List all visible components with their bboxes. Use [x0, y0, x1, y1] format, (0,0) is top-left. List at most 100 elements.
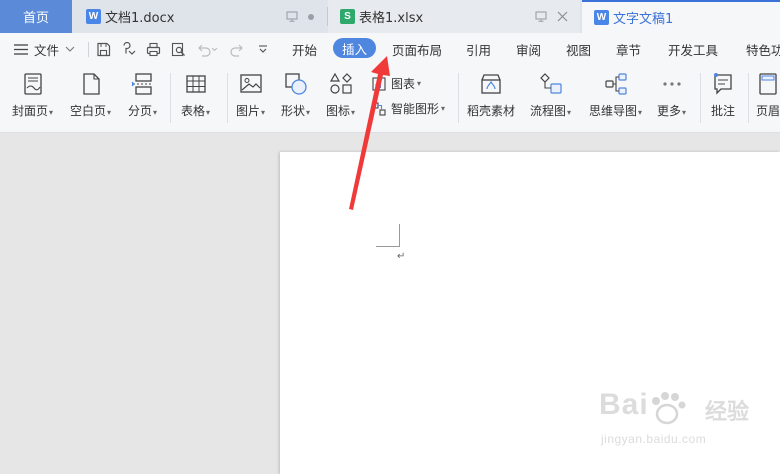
file-menu[interactable]: 文件: [14, 33, 75, 65]
flowchart-label: 流程图: [530, 104, 567, 118]
blank-page-icon: [82, 73, 100, 95]
export-button[interactable]: [121, 33, 136, 65]
chart-icon: [372, 76, 386, 91]
header-button[interactable]: 页眉: [756, 72, 780, 119]
picture-label: 图片: [236, 104, 261, 118]
menu-tab-insert[interactable]: 插入: [333, 38, 376, 58]
monitor-icon[interactable]: [535, 11, 547, 22]
menu-tab-review[interactable]: 审阅: [516, 33, 541, 65]
tab-home[interactable]: 首页: [0, 0, 72, 33]
mindmap-button[interactable]: 思维导图▾: [589, 72, 642, 119]
menu-tab-review-label: 审阅: [516, 42, 542, 58]
tab-document-active[interactable]: W 文字文稿1: [582, 0, 780, 33]
close-icon[interactable]: [557, 11, 568, 22]
undo-button[interactable]: [196, 33, 218, 65]
material-store-icon: [481, 74, 501, 94]
dropdown-icon: [259, 45, 267, 53]
smart-shape-icon: [372, 101, 386, 116]
header-icon: [759, 73, 777, 95]
tab-spreadsheet-1[interactable]: S 表格1.xlsx: [328, 0, 580, 33]
more-icon: [662, 82, 681, 86]
printer-icon: [146, 42, 161, 56]
icons-library-icon: [329, 72, 352, 94]
comment-button[interactable]: 批注: [711, 72, 735, 119]
monitor-icon[interactable]: [286, 11, 298, 22]
share-icon: [123, 41, 136, 55]
page-break-label: 分页: [128, 104, 153, 118]
menu-tab-insert-label: 插入: [341, 41, 367, 57]
menu-tab-start-label: 开始: [292, 42, 318, 58]
chart-button[interactable]: 图表 ▾: [372, 75, 421, 92]
chart-label: 图表: [391, 77, 416, 91]
material-button[interactable]: 稻壳素材: [467, 72, 515, 119]
menu-tab-page-layout[interactable]: 页面布局: [392, 33, 442, 65]
tab-bar: 首页 W 文档1.docx S 表格1.xlsx W 文字文稿1: [0, 0, 780, 33]
menu-tab-references-label: 引用: [466, 42, 492, 58]
menu-tab-view[interactable]: 视图: [566, 33, 591, 65]
flowchart-button[interactable]: 流程图▾: [530, 72, 571, 119]
paragraph-mark-icon: ↵: [397, 251, 406, 262]
watermark-brand: Bai: [599, 388, 649, 421]
baidu-watermark: Bai 经验 jingyan.baidu.com: [585, 388, 775, 468]
menu-tab-references[interactable]: 引用: [466, 33, 491, 65]
chevron-down-icon: [65, 46, 75, 52]
insert-ribbon: 封面页▾ 空白页▾ 分页▾ 表格▾ 图片▾ 形状▾ 图标▾ 图表 ▾ 智能图形 ▾ …: [0, 65, 780, 133]
save-icon: [97, 42, 111, 56]
margin-corner-mark: [376, 246, 400, 247]
menu-tab-view-label: 视图: [566, 42, 592, 58]
menu-divider: [88, 42, 89, 57]
watermark-suffix: 经验: [705, 400, 750, 425]
smart-shape-label: 智能图形: [391, 102, 440, 116]
quick-access-more-button[interactable]: [258, 33, 268, 65]
menu-tab-features-label: 特色功: [746, 42, 780, 58]
redo-button[interactable]: [230, 33, 245, 65]
shape-button[interactable]: 形状▾: [281, 72, 310, 119]
cover-page-label: 封面页: [12, 104, 49, 118]
icons-label: 图标: [326, 104, 351, 118]
smart-shape-button[interactable]: 智能图形 ▾: [372, 100, 445, 117]
print-button[interactable]: [146, 33, 161, 65]
cover-page-icon: [23, 73, 42, 95]
menu-tab-start[interactable]: 开始: [292, 33, 317, 65]
page-break-button[interactable]: 分页▾: [128, 72, 157, 119]
table-label: 表格: [181, 104, 206, 118]
ribbon-divider: [458, 73, 459, 123]
table-button[interactable]: 表格▾: [181, 72, 210, 119]
tab-document-1[interactable]: W 文档1.docx: [74, 0, 326, 33]
comment-icon: [714, 73, 732, 95]
menu-tab-chapter-label: 章节: [616, 42, 642, 58]
header-label: 页眉: [756, 104, 780, 118]
unsaved-dot-icon: [308, 13, 314, 20]
table-icon: [185, 75, 206, 93]
page-break-icon: [131, 73, 153, 95]
picture-button[interactable]: 图片▾: [236, 72, 265, 119]
menu-bar: 文件 开始 页面布局 引用 审阅 视图 章节 开发工具 特色功: [0, 33, 780, 65]
ribbon-divider: [227, 73, 228, 123]
comment-label: 批注: [711, 104, 736, 118]
menu-tab-features[interactable]: 特色功: [746, 33, 780, 65]
shape-icon: [284, 73, 307, 95]
icons-button[interactable]: 图标▾: [326, 72, 355, 119]
tab-document-active-label: 文字文稿1: [613, 12, 674, 27]
menu-tab-page-layout-label: 页面布局: [392, 42, 443, 58]
print-preview-button[interactable]: [171, 33, 186, 65]
save-button[interactable]: [96, 33, 111, 65]
menu-tab-chapter[interactable]: 章节: [616, 33, 641, 65]
menu-tab-developer-label: 开发工具: [668, 42, 719, 58]
mindmap-icon: [604, 73, 627, 95]
blank-page-button[interactable]: 空白页▾: [70, 72, 111, 119]
cover-page-button[interactable]: 封面页▾: [12, 72, 53, 119]
tab-spreadsheet-1-label: 表格1.xlsx: [359, 11, 424, 26]
more-button[interactable]: 更多▾: [657, 72, 686, 119]
sheet-file-icon: S: [340, 9, 355, 24]
more-label: 更多: [657, 104, 682, 118]
hamburger-icon: [14, 43, 28, 55]
tab-home-label: 首页: [22, 11, 49, 26]
menu-tab-developer[interactable]: 开发工具: [668, 33, 718, 65]
ribbon-divider: [700, 73, 701, 123]
ribbon-divider: [748, 73, 749, 123]
redo-icon: [230, 44, 243, 57]
ribbon-divider: [170, 73, 171, 123]
word-file-icon: W: [594, 10, 609, 25]
flowchart-icon: [539, 73, 562, 94]
